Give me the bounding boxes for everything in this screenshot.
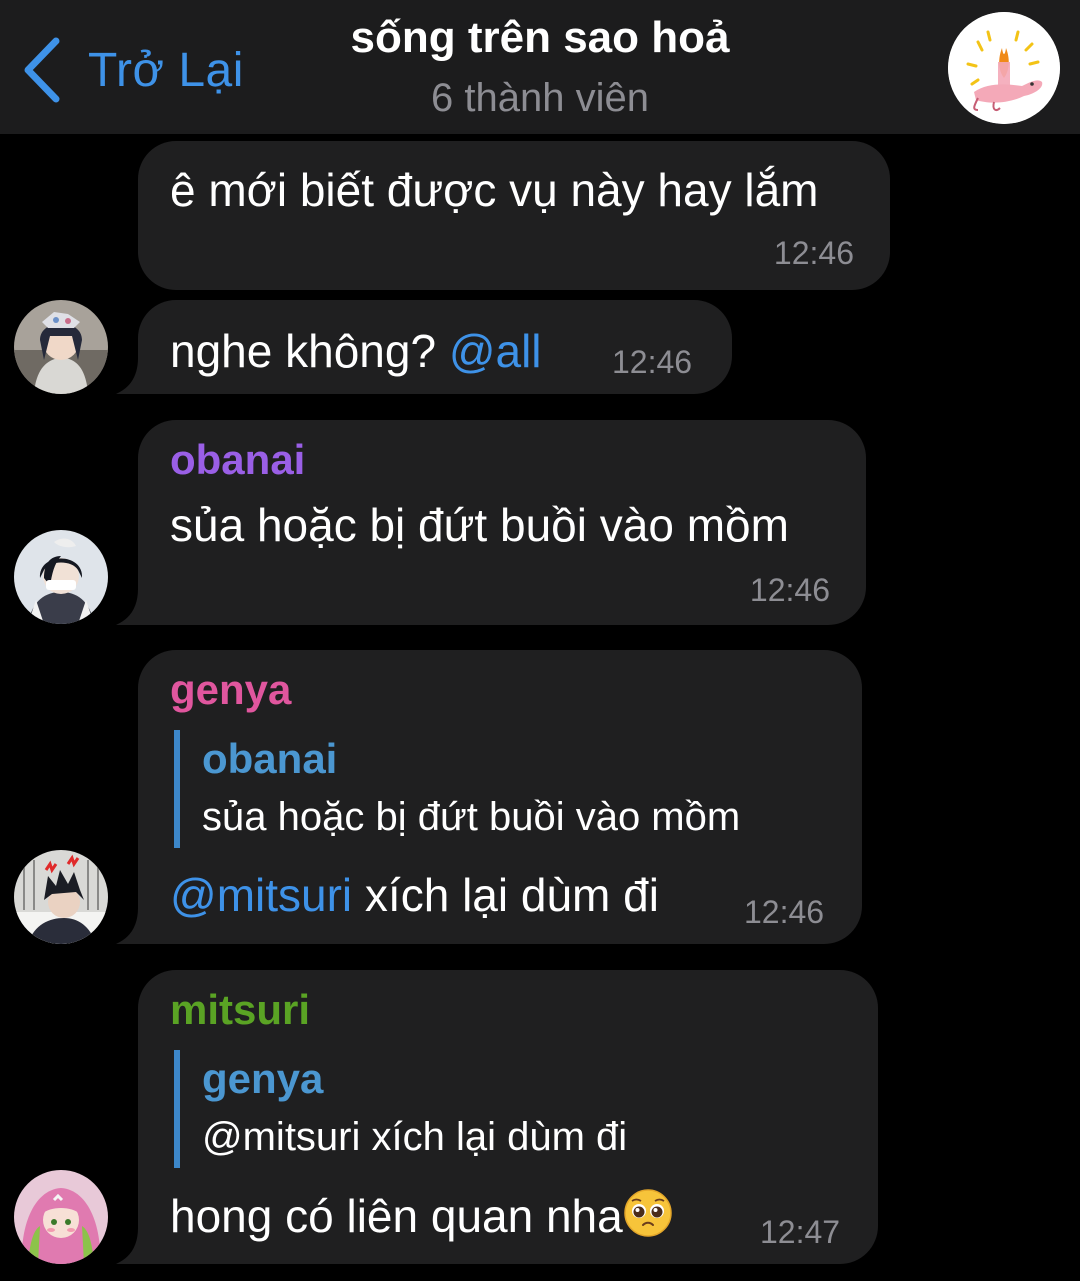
group-avatar[interactable] [948,12,1060,124]
message-time: 12:47 [760,1214,841,1250]
chat-screen: Trở Lại sống trên sao hoả 6 thành viên ê… [0,0,1080,1281]
message-text-body: nghe không? [170,325,437,377]
message-bubble[interactable]: nghe không? @all 12:46 [116,300,732,394]
message-bubble[interactable]: ê mới biết được vụ này hay lắm 12:46 [138,141,890,290]
message-text: ê mới biết được vụ này hay lắm [170,164,819,216]
message-text: nghe không? @all [170,324,542,378]
reply-text: @mitsuri xích lại dùm đi [202,1115,628,1159]
sender-name[interactable]: obanai [170,436,305,484]
message-text: sủa hoặc bị đứt buồi vào mồm [170,499,789,551]
bubble-tail [116,908,146,944]
back-button[interactable]: Trở Lại [18,30,244,110]
message-text-body: hong có liên quan nha [170,1190,623,1242]
message-bubble[interactable]: genya obanai sủa hoặc bị đứt buồi vào mồ… [116,650,862,944]
chat-header: Trở Lại sống trên sao hoả 6 thành viên [0,0,1080,134]
chat-title: sống trên sao hoả [350,13,730,62]
reply-text: sủa hoặc bị đứt buồi vào mồm [202,795,741,839]
message-time: 12:46 [744,894,825,930]
chevron-left-icon [24,37,60,103]
message-bubble[interactable]: mitsuri genya @mitsuri xích lại dùm đi h… [116,970,878,1264]
mention-link[interactable]: @mitsuri [170,869,352,921]
back-label: Trở Lại [88,43,244,97]
user-avatar-icon [14,1170,108,1264]
mention-link[interactable]: @all [449,325,542,377]
user-avatar-icon [14,300,108,394]
reply-quote[interactable]: obanai sủa hoặc bị đứt buồi vào mồm [174,730,740,848]
message-time: 12:46 [612,344,693,380]
message-text: @mitsuri xích lại dùm đi [170,868,659,922]
message-time: 12:46 [773,235,854,271]
pleading-face-icon [623,1189,672,1237]
avatar[interactable] [14,530,108,624]
sender-name[interactable]: genya [170,666,291,714]
bubble-tail [116,589,146,625]
chat-title-area[interactable]: sống trên sao hoả 6 thành viên [240,10,840,128]
candle-creature-icon [948,12,1060,124]
reply-sender-name: obanai [202,735,338,782]
reply-sender-name: genya [202,1055,324,1102]
user-avatar-icon [14,530,108,624]
message-bubble[interactable]: obanai sủa hoặc bị đứt buồi vào mồm 12:4… [116,420,866,625]
bubble-tail [116,358,146,394]
message-text-body: xích lại dùm đi [364,869,659,921]
message-time: 12:46 [749,572,830,608]
reply-quote[interactable]: genya @mitsuri xích lại dùm đi [174,1050,627,1168]
member-count: 6 thành viên [431,76,649,120]
avatar[interactable] [14,300,108,394]
sender-name[interactable]: mitsuri [170,986,310,1034]
avatar[interactable] [14,850,108,944]
avatar[interactable] [14,1170,108,1264]
bubble-tail [116,1228,146,1264]
message-text: hong có liên quan nha [170,1188,673,1243]
user-avatar-icon [14,850,108,944]
